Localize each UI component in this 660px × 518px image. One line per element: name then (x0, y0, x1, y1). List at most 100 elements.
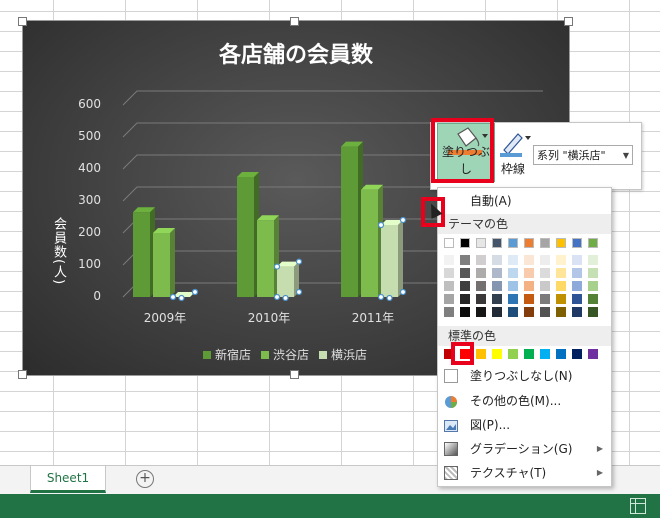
theme-shade-swatch[interactable] (444, 294, 454, 304)
theme-shade-swatch[interactable] (444, 255, 454, 265)
theme-shade-swatch[interactable] (588, 255, 598, 265)
standard-color-swatch[interactable] (508, 349, 518, 359)
theme-shade-swatch[interactable] (588, 307, 598, 317)
resize-handle[interactable] (290, 370, 299, 379)
theme-shade-swatch[interactable] (492, 281, 502, 291)
theme-shade-swatch[interactable] (556, 294, 566, 304)
bar-新宿店-2010年[interactable] (237, 172, 259, 297)
standard-color-swatch[interactable] (588, 349, 598, 359)
legend-entry[interactable]: 新宿店 (203, 346, 251, 363)
theme-shade-swatch[interactable] (524, 255, 534, 265)
theme-shade-swatch[interactable] (572, 294, 582, 304)
bar-渋谷店-2010年[interactable] (257, 215, 279, 297)
theme-shade-swatch[interactable] (476, 294, 486, 304)
series-select[interactable]: 系列 "横浜店" ▼ (533, 145, 633, 165)
theme-shade-swatch[interactable] (476, 281, 486, 291)
selection-handle[interactable] (191, 288, 199, 296)
theme-color-swatch[interactable] (572, 238, 582, 248)
selection-handle[interactable] (178, 294, 185, 302)
theme-shade-swatch[interactable] (508, 268, 518, 278)
menu-item-picture[interactable]: 図(P)... (438, 414, 611, 436)
add-sheet-button[interactable]: + (136, 470, 154, 488)
theme-shade-swatch[interactable] (444, 281, 454, 291)
selection-handle[interactable] (377, 221, 385, 229)
menu-item-auto[interactable]: 自動(A) (438, 190, 611, 212)
standard-color-swatch[interactable] (572, 349, 582, 359)
theme-shade-swatch[interactable] (540, 307, 550, 317)
theme-shade-swatch[interactable] (492, 255, 502, 265)
legend-entry[interactable]: 渋谷店 (261, 346, 309, 363)
theme-color-swatch[interactable] (444, 238, 454, 248)
normal-view-icon[interactable] (630, 498, 646, 514)
legend-entry[interactable]: 横浜店 (319, 346, 367, 363)
resize-handle[interactable] (18, 370, 27, 379)
theme-shade-swatch[interactable] (460, 307, 470, 317)
theme-shade-swatch[interactable] (540, 281, 550, 291)
selection-handle[interactable] (169, 293, 177, 301)
theme-shade-swatch[interactable] (556, 255, 566, 265)
bar-渋谷店-2009年[interactable] (153, 228, 175, 297)
menu-item-no-fill[interactable]: 塗りつぶしなし(N) (438, 365, 611, 387)
standard-color-swatch[interactable] (556, 349, 566, 359)
theme-shade-swatch[interactable] (540, 255, 550, 265)
theme-shade-swatch[interactable] (540, 268, 550, 278)
theme-shade-swatch[interactable] (476, 268, 486, 278)
theme-shade-swatch[interactable] (492, 307, 502, 317)
theme-color-swatch[interactable] (588, 238, 598, 248)
theme-shade-swatch[interactable] (492, 268, 502, 278)
theme-shade-swatch[interactable] (572, 307, 582, 317)
theme-color-swatch[interactable] (476, 238, 486, 248)
selection-handle[interactable] (399, 216, 407, 224)
resize-handle[interactable] (564, 17, 573, 26)
theme-color-swatch[interactable] (492, 238, 502, 248)
selection-handle[interactable] (377, 293, 385, 301)
theme-shade-swatch[interactable] (588, 294, 598, 304)
theme-shade-swatch[interactable] (508, 294, 518, 304)
resize-handle[interactable] (18, 17, 27, 26)
menu-item-more-colors[interactable]: その他の色(M)... (438, 390, 611, 412)
theme-shade-swatch[interactable] (460, 268, 470, 278)
theme-shade-swatch[interactable] (524, 307, 534, 317)
bar-横浜店-2011年[interactable] (381, 220, 403, 297)
theme-shade-swatch[interactable] (524, 294, 534, 304)
bar-新宿店-2009年[interactable] (133, 207, 155, 297)
chart-legend[interactable]: 新宿店 渋谷店 横浜店 (203, 346, 367, 363)
theme-shade-swatch[interactable] (444, 307, 454, 317)
theme-color-swatch[interactable] (540, 238, 550, 248)
theme-shade-swatch[interactable] (572, 255, 582, 265)
standard-color-swatch[interactable] (476, 349, 486, 359)
theme-shade-swatch[interactable] (460, 255, 470, 265)
theme-shade-swatch[interactable] (476, 307, 486, 317)
theme-color-swatch[interactable] (524, 238, 534, 248)
selection-handle[interactable] (273, 263, 281, 270)
resize-handle[interactable] (290, 17, 299, 26)
selection-handle[interactable] (399, 288, 407, 296)
theme-shade-swatch[interactable] (588, 281, 598, 291)
theme-shade-swatch[interactable] (572, 268, 582, 278)
theme-shade-swatch[interactable] (460, 281, 470, 291)
selection-handle[interactable] (386, 294, 393, 302)
theme-shade-swatch[interactable] (524, 268, 534, 278)
standard-color-swatch[interactable] (492, 349, 502, 359)
theme-shade-swatch[interactable] (476, 255, 486, 265)
selection-handle[interactable] (295, 288, 303, 296)
theme-shade-swatch[interactable] (556, 281, 566, 291)
theme-shade-swatch[interactable] (508, 255, 518, 265)
theme-color-swatch[interactable] (556, 238, 566, 248)
theme-shade-swatch[interactable] (524, 281, 534, 291)
theme-shade-swatch[interactable] (508, 307, 518, 317)
theme-shade-swatch[interactable] (460, 294, 470, 304)
sheet-tab-sheet1[interactable]: Sheet1 (30, 466, 106, 493)
menu-item-gradient[interactable]: グラデーション(G) ▶ (438, 438, 611, 460)
theme-shade-swatch[interactable] (556, 307, 566, 317)
theme-shade-swatch[interactable] (540, 294, 550, 304)
theme-shade-swatch[interactable] (508, 281, 518, 291)
menu-item-texture[interactable]: テクスチャ(T) ▶ (438, 462, 611, 484)
bar-新宿店-2011年[interactable] (341, 141, 363, 297)
selection-handle[interactable] (282, 294, 289, 302)
standard-color-swatch[interactable] (540, 349, 550, 359)
bar-横浜店-2010年[interactable] (277, 261, 299, 297)
theme-shade-swatch[interactable] (556, 268, 566, 278)
theme-color-swatch[interactable] (508, 238, 518, 248)
theme-shade-swatch[interactable] (572, 281, 582, 291)
